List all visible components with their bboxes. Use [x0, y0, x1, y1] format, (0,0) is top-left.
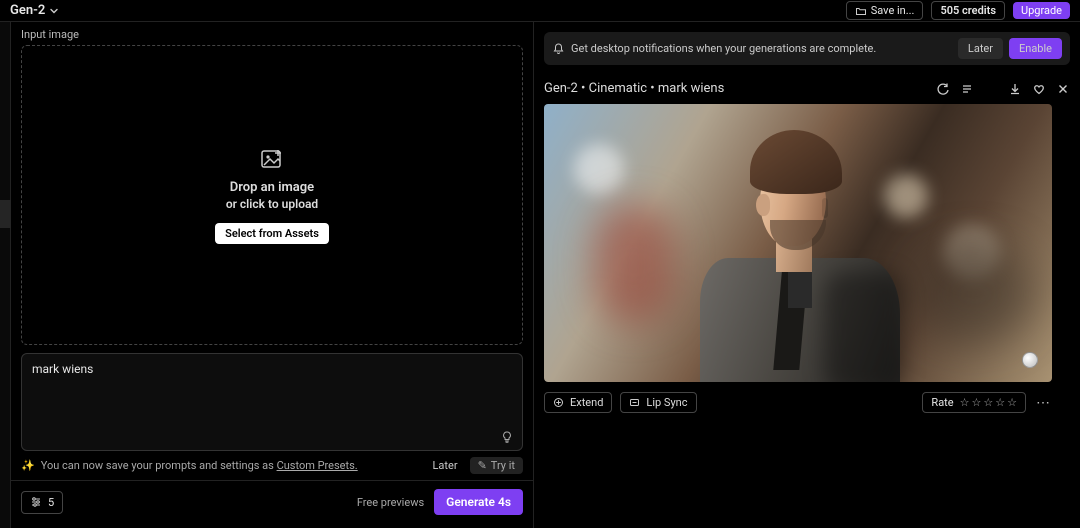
more-options-button[interactable]: ⋯	[1034, 395, 1052, 411]
star-icon[interactable]: ☆	[1007, 396, 1017, 409]
star-icon[interactable]: ☆	[960, 396, 970, 409]
sliders-icon	[30, 496, 42, 508]
tip-bar: ✨ You can now save your prompts and sett…	[11, 451, 533, 480]
image-dropzone[interactable]: Drop an image or click to upload Select …	[21, 45, 523, 345]
extend-button[interactable]: Extend	[544, 392, 612, 413]
settings-lines-icon[interactable]	[960, 82, 974, 96]
save-in-button[interactable]: Save in...	[846, 1, 924, 20]
generated-video[interactable]	[544, 104, 1052, 382]
generate-button[interactable]: Generate 4s	[434, 489, 523, 515]
select-from-assets-button[interactable]: Select from Assets	[215, 223, 329, 244]
star-icon[interactable]: ☆	[972, 396, 982, 409]
heart-icon[interactable]	[1032, 82, 1046, 96]
lip-sync-icon	[629, 397, 640, 408]
refresh-icon[interactable]	[936, 82, 950, 96]
star-icon[interactable]: ☆	[995, 396, 1005, 409]
chevron-down-icon[interactable]	[49, 6, 59, 16]
credits-badge: 505 credits	[931, 1, 1005, 20]
gutter-tab[interactable]	[0, 200, 11, 228]
dropzone-line2: or click to upload	[226, 197, 318, 211]
bottom-bar: 5 Free previews Generate 4s	[11, 480, 533, 523]
star-icon[interactable]: ☆	[983, 396, 993, 409]
result-header: Gen-2 • Cinematic • mark wiens	[544, 65, 1070, 104]
notification-text: Get desktop notifications when your gene…	[571, 42, 876, 55]
image-upload-icon	[259, 146, 285, 172]
left-panel: Input image Drop an image or click to up…	[11, 22, 534, 528]
lip-sync-button[interactable]: Lip Sync	[620, 392, 696, 413]
playhead-knob[interactable]	[1022, 352, 1038, 368]
model-name[interactable]: Gen-2	[10, 3, 45, 18]
prompt-input[interactable]: mark wiens	[22, 354, 522, 450]
rate-button[interactable]: Rate ☆ ☆ ☆ ☆ ☆	[922, 392, 1026, 413]
bell-icon	[552, 42, 565, 55]
topbar: Gen-2 Save in... 505 credits Upgrade	[0, 0, 1080, 22]
notification-bar: Get desktop notifications when your gene…	[544, 32, 1070, 65]
folder-icon	[855, 5, 867, 17]
wand-icon: ✎	[478, 459, 487, 472]
save-in-label: Save in...	[871, 4, 915, 17]
settings-count: 5	[48, 496, 54, 509]
extend-icon	[553, 397, 564, 408]
sparkle-icon: ✨	[21, 459, 35, 472]
upgrade-button[interactable]: Upgrade	[1013, 2, 1070, 19]
lightbulb-icon[interactable]	[500, 430, 514, 444]
notification-later-button[interactable]: Later	[958, 38, 1003, 59]
free-previews-button[interactable]: Free previews	[357, 496, 424, 509]
notification-enable-button[interactable]: Enable	[1009, 38, 1062, 59]
rating-stars[interactable]: ☆ ☆ ☆ ☆ ☆	[960, 396, 1017, 409]
dropzone-line1: Drop an image	[230, 180, 314, 195]
close-icon[interactable]	[1056, 82, 1070, 96]
input-image-label: Input image	[11, 22, 533, 45]
left-gutter	[0, 22, 11, 528]
download-icon[interactable]	[1008, 82, 1022, 96]
tip-try-button[interactable]: ✎ Try it	[470, 457, 523, 474]
right-panel: Get desktop notifications when your gene…	[534, 22, 1080, 528]
custom-presets-link[interactable]: Custom Presets.	[277, 459, 358, 472]
video-actions: Extend Lip Sync Rate ☆ ☆ ☆ ☆ ☆ ⋯	[544, 382, 1052, 413]
tip-text: You can now save your prompts and settin…	[41, 459, 358, 472]
result-title: Gen-2 • Cinematic • mark wiens	[544, 81, 936, 96]
tip-later-button[interactable]: Later	[427, 457, 464, 474]
prompt-box: mark wiens	[21, 353, 523, 451]
settings-button[interactable]: 5	[21, 491, 63, 514]
